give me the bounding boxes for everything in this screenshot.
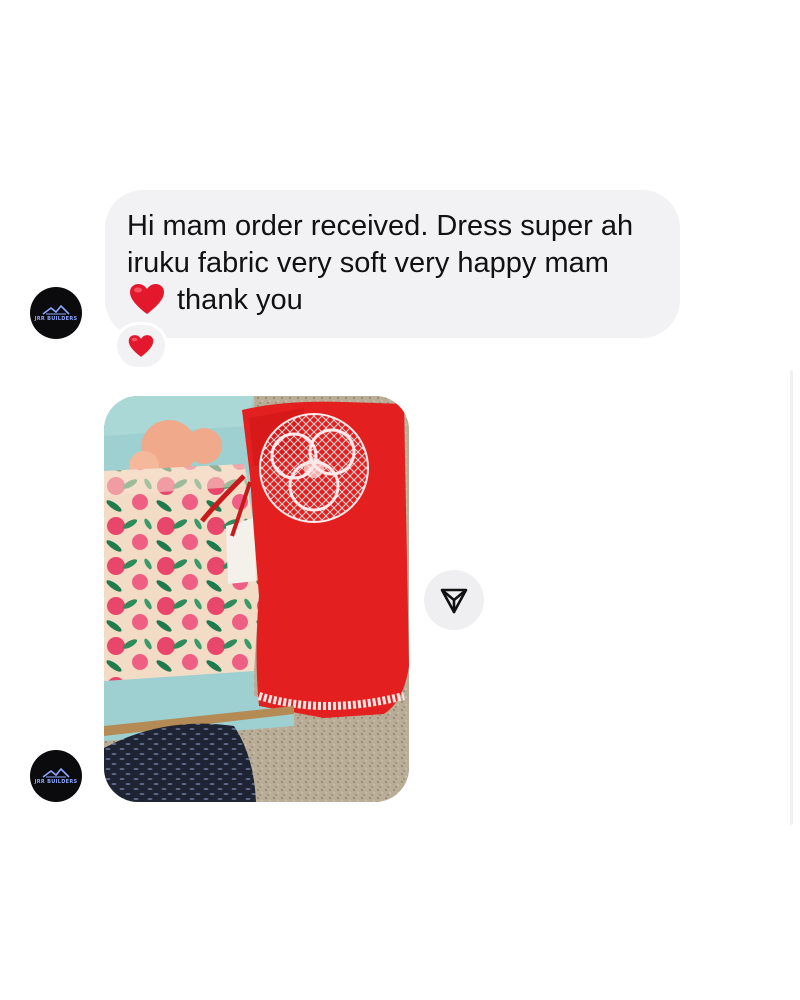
message-reaction[interactable]	[114, 322, 168, 370]
share-paper-plane-icon	[440, 588, 468, 614]
house-roof-logo-icon	[42, 767, 70, 778]
red-heart-icon	[128, 335, 154, 357]
scrollbar-track[interactable]	[790, 370, 793, 825]
share-button[interactable]	[424, 570, 484, 630]
sender-avatar[interactable]: JRR BUILDERS	[30, 287, 82, 339]
red-heart-emoji-icon	[129, 283, 165, 325]
message-line-3: thank you	[127, 282, 656, 325]
message-line-2: iruku fabric very soft very happy mam	[127, 247, 609, 279]
message-line-3-text: thank you	[177, 284, 303, 316]
house-roof-logo-icon	[42, 304, 70, 315]
message-bubble[interactable]: Hi mam order received. Dress super ah ir…	[105, 190, 680, 338]
message-line-1: Hi mam order received. Dress super ah	[127, 210, 634, 242]
sender-avatar-photo[interactable]: JRR BUILDERS	[30, 750, 82, 802]
avatar-brand-text: JRR BUILDERS	[34, 315, 78, 322]
dress-photo	[104, 396, 409, 802]
photo-message[interactable]	[104, 396, 409, 802]
avatar-brand-text: JRR BUILDERS	[34, 778, 78, 785]
